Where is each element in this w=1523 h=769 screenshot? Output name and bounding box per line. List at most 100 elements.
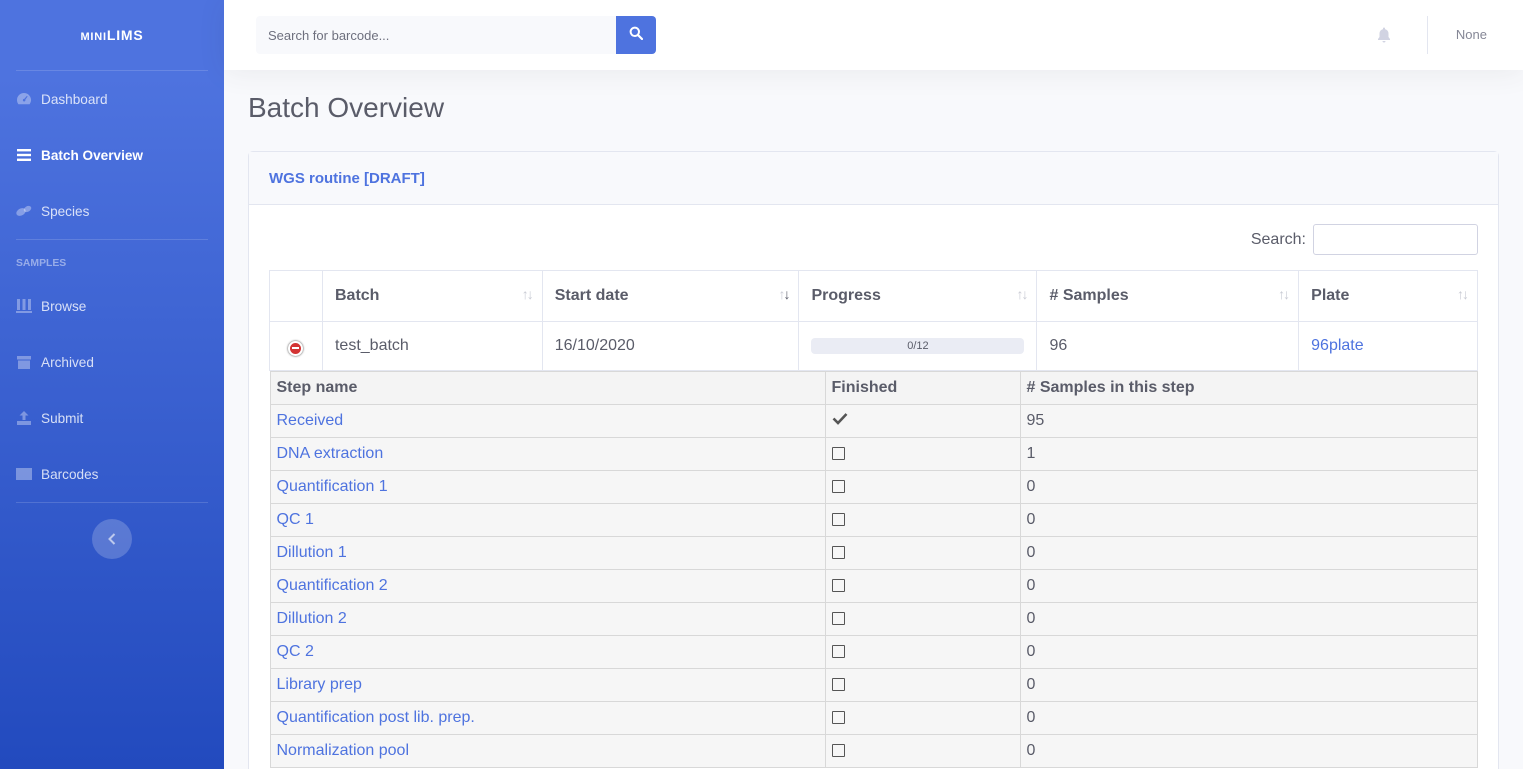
unchecked-box-icon <box>831 711 845 725</box>
search-icon <box>629 26 644 45</box>
steps-detail-cell: Step name Finished # Samples in this ste… <box>269 371 1478 768</box>
step-name-cell: Quantification post lib. prep. <box>269 701 826 735</box>
sort-desc-icon: ↑↓ <box>778 286 790 302</box>
barcode-search-input[interactable] <box>256 16 616 54</box>
steps-header-step-name: Step name <box>269 371 826 405</box>
step-name-link[interactable]: Normalization pool <box>277 742 410 759</box>
step-name-link[interactable]: Library prep <box>277 676 362 693</box>
column-header-expand <box>269 270 323 322</box>
plate-link[interactable]: 96plate <box>1311 337 1364 354</box>
step-row: Normalization pool 0 <box>269 734 1478 768</box>
start-date-cell: 16/10/2020 <box>541 321 800 371</box>
sidebar-item-browse[interactable]: Browse <box>0 278 224 334</box>
step-finished-cell <box>824 701 1021 735</box>
step-finished-cell <box>824 503 1021 537</box>
step-count-cell: 0 <box>1019 602 1478 636</box>
step-finished-cell <box>824 536 1021 570</box>
step-count-cell: 95 <box>1019 404 1478 438</box>
table-header-row: Batch ↑↓ Start date ↑↓ Progress ↑↓ # Sample… <box>269 270 1478 322</box>
step-row: Dillution 1 0 <box>269 536 1478 570</box>
unchecked-box-icon <box>831 579 845 593</box>
sidebar-item-label: Dashboard <box>41 91 108 107</box>
user-name[interactable]: None <box>1456 27 1487 42</box>
sidebar-item-batch-overview[interactable]: Batch Overview <box>0 127 224 183</box>
search-button[interactable] <box>616 16 656 54</box>
step-name-link[interactable]: QC 2 <box>277 643 314 660</box>
card-title: WGS routine [DRAFT] <box>269 169 425 187</box>
sidebar-item-species[interactable]: Species <box>0 183 224 239</box>
step-finished-cell <box>824 470 1021 504</box>
batch-cell: test_batch <box>321 321 543 371</box>
sidebar-item-archived[interactable]: Archived <box>0 334 224 390</box>
chevron-left-icon <box>108 529 116 550</box>
progress-bar: 0/12 <box>811 338 1025 354</box>
step-row: QC 2 0 <box>269 635 1478 669</box>
sidebar-item-label: Archived <box>41 354 94 370</box>
brand-mini: mini <box>80 31 107 43</box>
step-name-link[interactable]: QC 1 <box>277 511 314 528</box>
step-row: Library prep 0 <box>269 668 1478 702</box>
barcode-icon <box>16 466 32 482</box>
vials-icon <box>16 298 32 314</box>
card-header: WGS routine [DRAFT] <box>249 152 1498 205</box>
sidebar-item-barcodes[interactable]: Barcodes <box>0 446 224 502</box>
samples-cell: 96 <box>1036 321 1300 371</box>
step-name-link[interactable]: Quantification 1 <box>277 478 388 495</box>
step-name-link[interactable]: Dillution 2 <box>277 610 347 627</box>
sidebar-item-label: Species <box>41 203 90 219</box>
step-count-cell: 0 <box>1019 668 1478 702</box>
step-name-link[interactable]: DNA extraction <box>277 445 384 462</box>
step-name-cell: Dillution 2 <box>269 602 826 636</box>
unchecked-box-icon <box>831 645 845 659</box>
column-header-progress[interactable]: Progress ↑↓ <box>798 270 1038 322</box>
upload-icon <box>16 410 32 426</box>
column-header-label: # Samples <box>1049 287 1129 304</box>
column-header-label: Batch <box>334 287 380 304</box>
bell-icon[interactable] <box>1377 27 1393 43</box>
brand-logo[interactable]: mini LIMS <box>0 0 224 70</box>
step-count-cell: 0 <box>1019 734 1478 768</box>
table-search-input[interactable] <box>1313 224 1478 255</box>
step-name-cell: Received <box>269 404 826 438</box>
step-row: DNA extraction 1 <box>269 437 1478 471</box>
step-finished-cell <box>824 569 1021 603</box>
step-count-cell: 0 <box>1019 701 1478 735</box>
tachometer-icon <box>16 91 32 107</box>
sidebar-item-dashboard[interactable]: Dashboard <box>0 71 224 127</box>
sidebar-item-label: Browse <box>41 298 87 314</box>
column-header-label: Plate <box>1311 287 1350 304</box>
checkmark-icon <box>832 412 848 430</box>
sort-icon: ↑↓ <box>1016 286 1028 302</box>
batch-card: WGS routine [DRAFT] Search: Batch ↑↓ Star… <box>248 151 1499 769</box>
sidebar-item-submit[interactable]: Submit <box>0 390 224 446</box>
column-header-plate[interactable]: Plate ↑↓ <box>1298 270 1478 322</box>
sidebar-heading-samples: SAMPLES <box>16 258 67 269</box>
column-header-samples[interactable]: # Samples ↑↓ <box>1036 270 1300 322</box>
batch-table: Batch ↑↓ Start date ↑↓ Progress ↑↓ # Sample… <box>269 270 1478 768</box>
step-row: Quantification 2 0 <box>269 569 1478 603</box>
progress-text: 0/12 <box>907 340 929 352</box>
steps-header-finished: Finished <box>824 371 1021 405</box>
column-header-batch[interactable]: Batch ↑↓ <box>321 270 543 322</box>
step-finished-cell <box>824 635 1021 669</box>
collapse-row-icon[interactable] <box>288 340 303 356</box>
sidebar-item-label: Batch Overview <box>41 147 143 163</box>
step-name-link[interactable]: Received <box>277 412 344 429</box>
step-name-link[interactable]: Quantification 2 <box>277 577 388 594</box>
step-row: QC 1 0 <box>269 503 1478 537</box>
step-finished-cell <box>824 404 1021 438</box>
step-name-link[interactable]: Dillution 1 <box>277 544 347 561</box>
sort-icon: ↑↓ <box>1457 286 1469 302</box>
step-finished-cell <box>824 734 1021 768</box>
steps-header-row: Step name Finished # Samples in this ste… <box>269 371 1478 405</box>
sidebar-toggle-button[interactable] <box>92 519 132 559</box>
step-name-cell: DNA extraction <box>269 437 826 471</box>
step-name-link[interactable]: Quantification post lib. prep. <box>277 709 475 726</box>
step-name-cell: QC 2 <box>269 635 826 669</box>
unchecked-box-icon <box>831 612 845 626</box>
step-name-cell: Quantification 2 <box>269 569 826 603</box>
barcode-search <box>256 16 656 54</box>
step-name-cell: Library prep <box>269 668 826 702</box>
column-header-start-date[interactable]: Start date ↑↓ <box>541 270 800 322</box>
sidebar: mini LIMS Dashboard Batch Overview Specie… <box>0 0 224 769</box>
